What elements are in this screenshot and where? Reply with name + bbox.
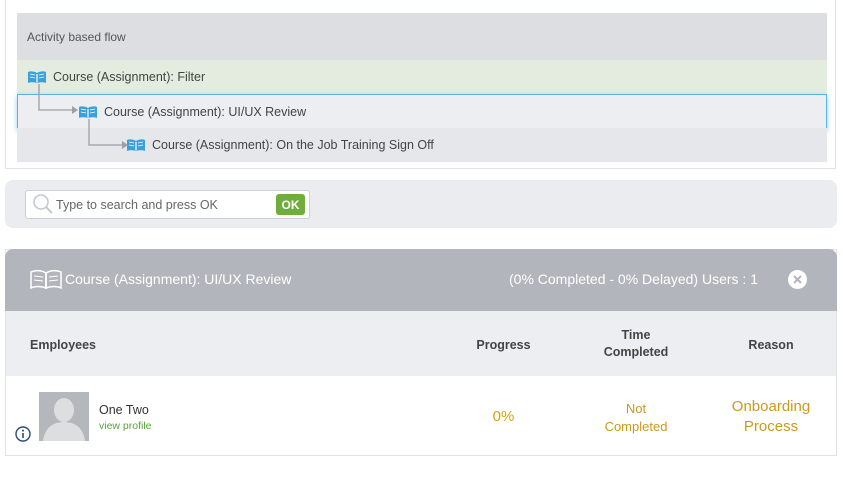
flow-item-label: Course (Assignment): On the Job Training… xyxy=(152,138,434,152)
view-profile-link[interactable]: view profile xyxy=(99,420,152,432)
column-employees: Employees xyxy=(30,338,97,352)
flow-item-label: Course (Assignment): Filter xyxy=(53,70,206,84)
flow-row-job-training[interactable]: Course (Assignment): On the Job Training… xyxy=(17,128,827,162)
column-time-line2: Completed xyxy=(603,345,669,359)
course-stats: (0% Completed - 0% Delayed) Users : 1 xyxy=(509,271,758,287)
table-header: Employees Progress Time Completed Reason xyxy=(6,311,836,376)
flow-item-label: Course (Assignment): UI/UX Review xyxy=(104,105,307,119)
search-box: OK xyxy=(25,190,310,219)
reason-value: Onboarding Process xyxy=(711,397,831,437)
column-progress: Progress xyxy=(476,338,531,352)
course-header: Course (Assignment): UI/UX Review (0% Co… xyxy=(5,249,837,311)
column-time-line1: Time xyxy=(621,328,651,342)
book-icon xyxy=(28,71,46,83)
reason-line1: Onboarding xyxy=(731,398,811,415)
info-icon[interactable] xyxy=(15,426,31,442)
flow-connector-arrow xyxy=(88,119,128,149)
time-completed-line1: Not xyxy=(625,401,647,416)
course-detail-panel: Course (Assignment): UI/UX Review (0% Co… xyxy=(5,249,837,456)
table-row: One Two view profile 0% Not Completed On… xyxy=(6,376,836,456)
activity-flow-header: Activity based flow xyxy=(17,13,827,60)
ok-button[interactable]: OK xyxy=(276,194,305,215)
avatar xyxy=(39,392,89,441)
activity-flow-title: Activity based flow xyxy=(27,30,126,44)
employee-name: One Two xyxy=(99,403,149,417)
column-time-completed: Time Completed xyxy=(591,327,681,361)
column-reason: Reason xyxy=(748,338,794,352)
close-button[interactable] xyxy=(788,270,807,289)
avatar-placeholder-icon xyxy=(39,392,89,441)
book-icon xyxy=(30,269,62,289)
book-icon xyxy=(79,106,97,118)
flow-row-uiux-review[interactable]: Course (Assignment): UI/UX Review xyxy=(17,94,827,129)
flow-row-filter[interactable]: Course (Assignment): Filter xyxy=(17,60,827,94)
activity-flow-panel: Activity based flow Course (Assignment):… xyxy=(5,0,836,169)
close-icon xyxy=(793,275,802,284)
flow-connector-arrow xyxy=(38,84,78,114)
search-input[interactable] xyxy=(56,195,266,214)
time-completed-value: Not Completed xyxy=(591,400,681,436)
time-completed-line2: Completed xyxy=(604,419,668,434)
course-title: Course (Assignment): UI/UX Review xyxy=(65,271,292,287)
reason-line2: Process xyxy=(743,418,799,435)
search-icon xyxy=(33,194,53,214)
progress-value: 0% xyxy=(492,408,515,425)
search-panel: OK xyxy=(5,180,837,228)
